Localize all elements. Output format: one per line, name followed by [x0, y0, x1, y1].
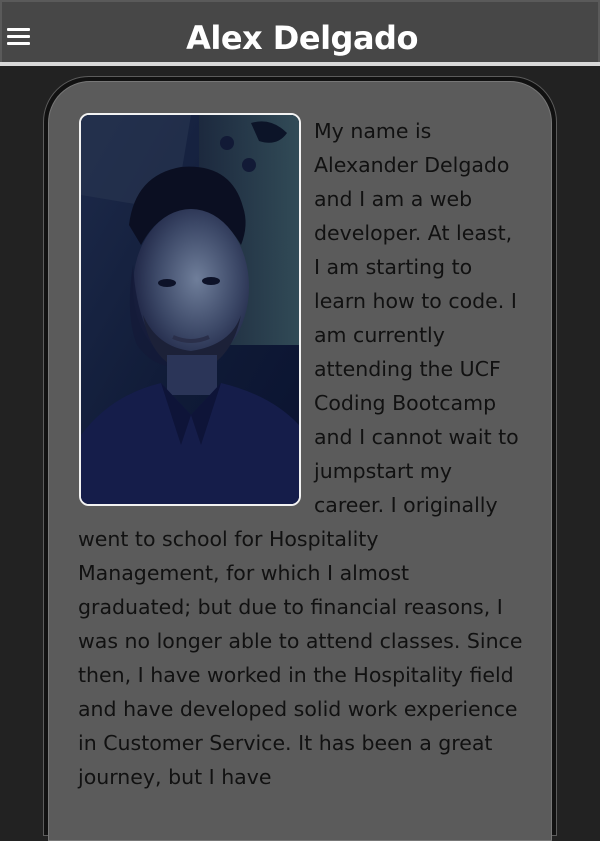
- app-header: Alex Delgado: [0, 0, 600, 62]
- page-title: Alex Delgado: [186, 19, 418, 57]
- header-divider: [0, 62, 600, 66]
- photo-spacer: [78, 114, 314, 492]
- bio-text-block: My name is Alexander Delgado and I am a …: [78, 114, 523, 794]
